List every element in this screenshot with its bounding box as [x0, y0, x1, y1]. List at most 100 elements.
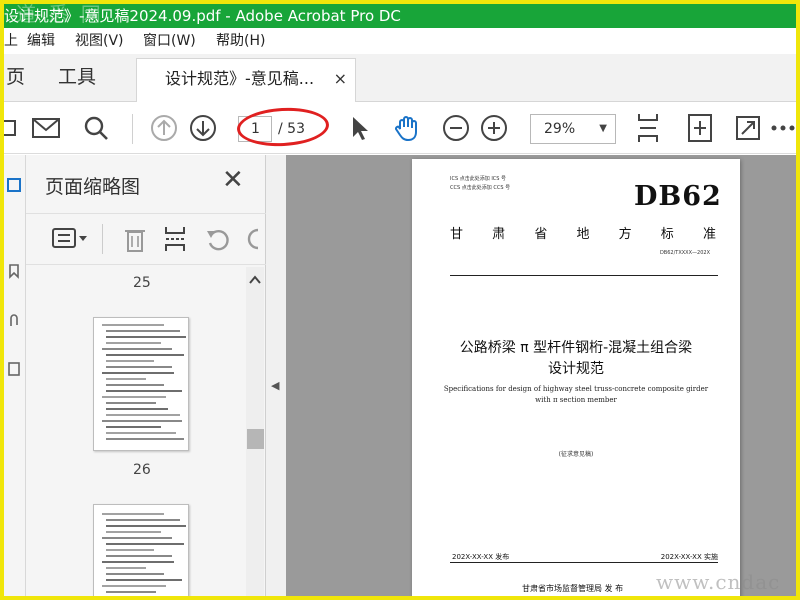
thumbnail-label: 26	[133, 462, 151, 478]
heading-char: 准	[702, 227, 716, 242]
tab-tools[interactable]: 工具	[58, 54, 96, 100]
ics-line: ICS 点击此处添加 ICS 号	[450, 176, 507, 182]
heading-char: 地	[576, 227, 590, 242]
panel-close-icon[interactable]: ✕	[222, 165, 244, 195]
thumbnail-text-line	[106, 426, 161, 428]
thumbnails-toolbar	[26, 213, 266, 265]
thumbnail-text-line	[102, 324, 164, 326]
implement-date: 202X-XX-XX 实施	[660, 553, 718, 561]
document-view[interactable]: ICS 点击此处添加 ICS 号 CCS 点击此处添加 CCS 号 DB62 甘…	[286, 155, 796, 596]
heading-char: 甘	[450, 227, 464, 242]
select-cursor-icon[interactable]	[344, 112, 376, 144]
zoom-in-icon[interactable]	[478, 112, 510, 144]
pdf-page: ICS 点击此处添加 ICS 号 CCS 点击此处添加 CCS 号 DB62 甘…	[412, 159, 740, 596]
corner-watermark: www.cndac	[656, 570, 781, 594]
panel-collapse-handle[interactable]: ◀	[266, 155, 286, 596]
search-icon[interactable]	[80, 112, 112, 144]
thumbnail-text-line	[106, 354, 184, 356]
zoom-out-icon[interactable]	[440, 112, 472, 144]
chinese-title-line1: 公路桥梁 π 型杆件钢桁-混凝土组合梁	[459, 340, 693, 356]
bookmarks-icon[interactable]	[6, 263, 22, 279]
thumbnail-text-line	[102, 396, 166, 398]
thumbnail-text-line	[102, 585, 166, 587]
thumbnail-text-line	[106, 573, 164, 575]
zoom-level-dropdown[interactable]: 29% ▼	[530, 114, 616, 144]
menu-item-window[interactable]: 窗口(W)	[143, 28, 196, 54]
thumbnail-text-line	[106, 330, 180, 332]
heading-char: 标	[660, 227, 674, 242]
heading-char: 方	[618, 227, 632, 242]
scroll-up-icon[interactable]	[249, 275, 261, 285]
thumbnail-text-line	[106, 531, 161, 533]
heading-char: 肃	[492, 227, 506, 242]
thumbnail-text-line	[106, 549, 154, 551]
thumbnail-text-line	[106, 384, 164, 386]
thumbnail-text-line	[106, 432, 176, 434]
thumbnail-label: 25	[133, 275, 151, 291]
thumbnail-text-line	[102, 372, 174, 374]
scrollbar-thumb[interactable]	[247, 429, 264, 449]
title-bar: 设计规范》-意见稿2024.09.pdf - Adobe Acrobat Pro…	[4, 4, 796, 28]
thumbnail-text-line	[106, 567, 146, 569]
save-icon[interactable]	[4, 112, 24, 144]
rotate-counterclockwise-icon[interactable]	[204, 226, 232, 252]
issuing-authority: 甘肃省市场监督管理局 发 布	[522, 584, 624, 593]
provincial-standard-heading: 甘 肃 省 地 方 标 准	[450, 223, 716, 242]
menu-item-view[interactable]: 视图(V)	[75, 28, 124, 54]
options-menu-icon[interactable]	[52, 226, 90, 252]
page-thumbnail[interactable]	[93, 504, 189, 596]
thumbnail-text-line	[106, 366, 172, 368]
thumbnail-text-line	[106, 408, 168, 410]
thumbnail-text-line	[106, 402, 156, 404]
publish-date: 202X-XX-XX 发布	[452, 553, 510, 561]
thumbnail-text-line	[106, 438, 184, 440]
next-page-icon[interactable]	[187, 112, 219, 144]
menu-item-file-partial[interactable]: 上	[4, 28, 18, 54]
draft-note: (征求意见稿)	[558, 451, 594, 458]
thumbnail-text-line	[102, 537, 172, 539]
thumbnail-text-line	[106, 336, 186, 338]
thumbnail-text-line	[102, 420, 182, 422]
fit-width-icon[interactable]	[632, 112, 664, 144]
extract-pages-icon[interactable]	[162, 224, 188, 254]
thumbnail-text-line	[102, 348, 172, 350]
tab-close-icon[interactable]: ×	[334, 59, 347, 99]
english-title-line2: with π section member	[535, 396, 617, 404]
english-title-line1: Specifications for design of highway ste…	[443, 385, 709, 393]
navigation-pane-strip	[4, 155, 26, 596]
thumbnail-text-line	[106, 414, 180, 416]
heading-char: 省	[534, 227, 548, 242]
thumbnail-text-line	[106, 390, 182, 392]
red-annotation-ring	[236, 105, 330, 149]
standard-number: DB62/TXXXX—202X	[659, 250, 710, 256]
page-thumbnails-panel: 页面缩略图 ✕ 25 26	[26, 155, 266, 596]
email-icon[interactable]	[30, 112, 62, 144]
chinese-title-line2: 设计规范	[548, 361, 604, 377]
tab-document[interactable]: 设计规范》-意见稿... ×	[136, 58, 356, 102]
layers-icon[interactable]	[6, 361, 22, 377]
page-thumbnails-icon[interactable]	[6, 177, 22, 193]
thumbnail-text-line	[106, 579, 182, 581]
page-thumbnail[interactable]	[93, 317, 189, 451]
previous-page-icon[interactable]	[148, 112, 180, 144]
attachments-icon[interactable]	[6, 313, 22, 329]
menu-item-edit[interactable]: 编辑	[27, 28, 55, 54]
full-screen-icon[interactable]	[732, 112, 764, 144]
delete-page-icon[interactable]	[122, 224, 148, 254]
thumbnail-text-line	[102, 513, 164, 515]
menu-item-help[interactable]: 帮助(H)	[216, 28, 265, 54]
zoom-level-value: 29%	[544, 121, 576, 137]
tab-bar: 页 工具 设计规范》-意见稿... ×	[4, 54, 796, 102]
more-tools-icon[interactable]	[768, 112, 796, 144]
chevron-down-icon: ▼	[599, 123, 607, 134]
tab-document-label: 设计规范》-意见稿...	[165, 69, 315, 88]
rotate-clockwise-icon[interactable]	[246, 226, 260, 252]
thumbnail-text-line	[102, 561, 174, 563]
main-toolbar: 1 / 53 29% ▼	[4, 102, 796, 154]
ccs-line: CCS 点击此处添加 CCS 号	[450, 185, 511, 191]
hand-tool-icon[interactable]	[392, 112, 424, 144]
acrobat-window: 设计规范》-意见稿2024.09.pdf - Adobe Acrobat Pro…	[4, 4, 796, 596]
fit-page-icon[interactable]	[684, 112, 716, 144]
standard-code: DB62	[634, 181, 722, 212]
tab-home[interactable]: 页	[6, 54, 25, 100]
